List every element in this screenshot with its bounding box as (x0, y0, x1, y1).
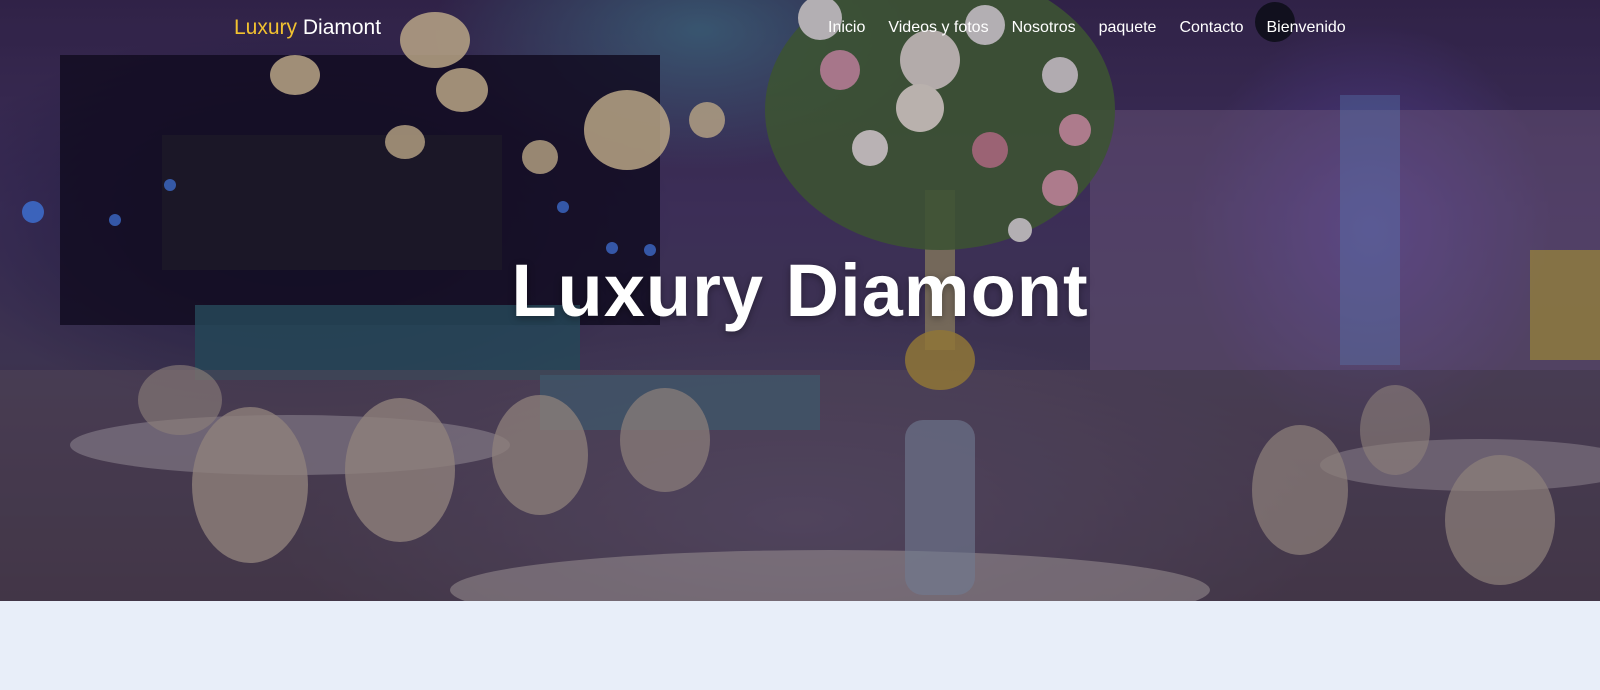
nav-link-contacto[interactable]: Contacto (1179, 19, 1243, 37)
brand-accent-text: Luxury (234, 16, 298, 39)
nav-link-paquete[interactable]: paquete (1099, 19, 1157, 37)
brand-logo-link[interactable]: Luxury Diamont (234, 16, 381, 40)
main-nav: Inicio Videos y fotos Nosotros paquete C… (828, 19, 1346, 37)
hero-title: Luxury Diamont (511, 249, 1089, 332)
nav-link-bienvenido[interactable]: Bienvenido (1267, 19, 1346, 37)
nav-link-inicio[interactable]: Inicio (828, 19, 865, 37)
page-content-area (0, 601, 1600, 690)
brand-text: Diamont (297, 16, 382, 39)
nav-link-nosotros[interactable]: Nosotros (1012, 19, 1076, 37)
nav-link-videos-y-fotos[interactable]: Videos y fotos (888, 19, 988, 37)
navbar: Luxury Diamont Inicio Videos y fotos Nos… (0, 0, 1600, 62)
hero-section: Luxury Diamont Inicio Videos y fotos Nos… (0, 0, 1600, 601)
